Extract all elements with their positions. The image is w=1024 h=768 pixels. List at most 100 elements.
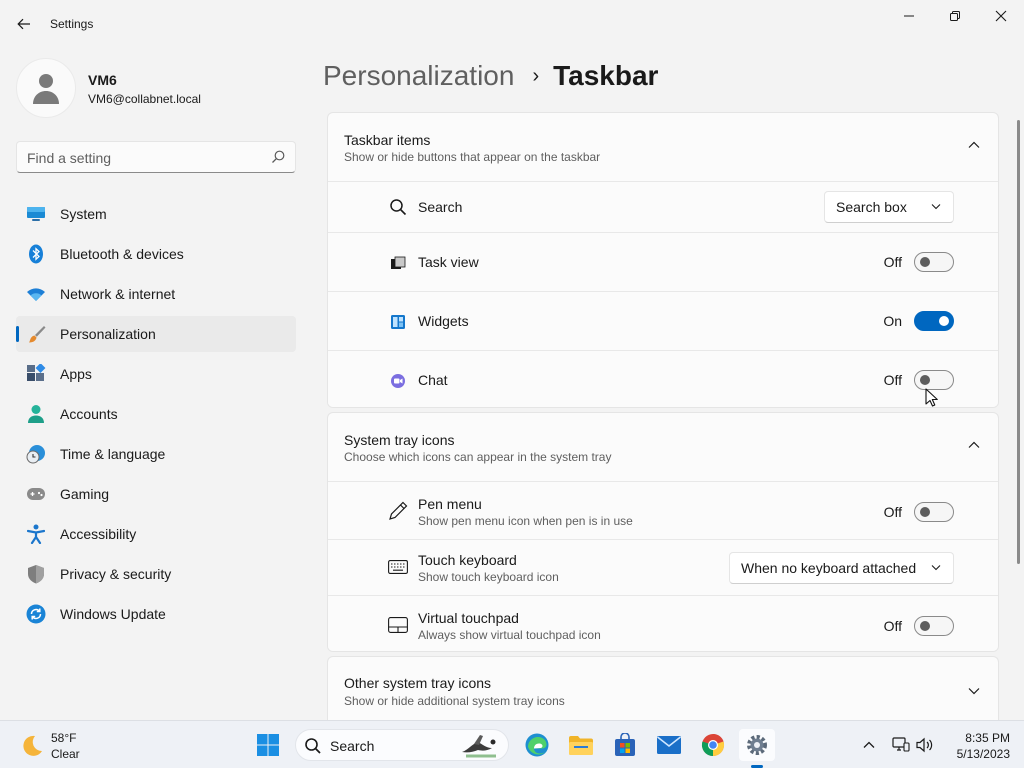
back-arrow-icon bbox=[17, 18, 30, 30]
apps-icon bbox=[26, 364, 46, 384]
chevron-down-icon[interactable] bbox=[968, 687, 980, 695]
network-tray-button[interactable] bbox=[889, 733, 913, 757]
toggle-knob bbox=[920, 507, 930, 517]
toggle-knob bbox=[920, 621, 930, 631]
breadcrumb-parent[interactable]: Personalization bbox=[323, 60, 514, 92]
chevron-up-icon[interactable] bbox=[968, 141, 980, 149]
keyboard-icon bbox=[388, 557, 408, 577]
microsoft-store-icon bbox=[615, 733, 635, 756]
file-explorer-taskbar-button[interactable] bbox=[563, 729, 599, 761]
chat-toggle[interactable] bbox=[914, 370, 954, 390]
chrome-taskbar-button[interactable] bbox=[695, 729, 731, 761]
sidebar-item-label: Gaming bbox=[60, 486, 110, 502]
task-view-row: Task view Off bbox=[328, 232, 998, 291]
wifi-icon bbox=[26, 284, 46, 304]
back-button[interactable] bbox=[12, 12, 36, 36]
mail-taskbar-button[interactable] bbox=[651, 729, 687, 761]
sidebar-item-gaming[interactable]: Gaming bbox=[16, 476, 296, 512]
task-view-label: Task view bbox=[418, 254, 479, 270]
touchpad-icon bbox=[388, 615, 408, 635]
minimize-icon bbox=[904, 15, 914, 17]
sidebar-item-bluetooth[interactable]: Bluetooth & devices bbox=[16, 236, 296, 272]
pen-menu-toggle[interactable] bbox=[914, 502, 954, 522]
windows-taskbar: 58°F Clear Search 8:35 PM 5/13/2023 bbox=[0, 720, 1024, 768]
sidebar-item-label: Bluetooth & devices bbox=[60, 246, 184, 262]
search-mode-dropdown[interactable]: Search box bbox=[824, 191, 954, 223]
settings-taskbar-button[interactable] bbox=[739, 729, 775, 761]
moon-icon bbox=[23, 735, 42, 756]
sidebar-item-network[interactable]: Network & internet bbox=[16, 276, 296, 312]
sidebar-item-personalization[interactable]: Personalization bbox=[16, 316, 296, 352]
breadcrumb: Personalization › Taskbar bbox=[323, 58, 658, 94]
toggle-knob bbox=[920, 375, 930, 385]
pen-menu-description: Show pen menu icon when pen is in use bbox=[418, 514, 633, 528]
sidebar-item-windows-update[interactable]: Windows Update bbox=[16, 596, 296, 632]
toggle-knob bbox=[920, 257, 930, 267]
sidebar-item-label: System bbox=[60, 206, 107, 222]
sidebar-item-label: Accessibility bbox=[60, 526, 137, 542]
dropdown-value: When no keyboard attached bbox=[741, 560, 917, 576]
section-title: Taskbar items bbox=[344, 132, 431, 148]
close-icon bbox=[995, 10, 1007, 22]
taskbar-search[interactable]: Search bbox=[295, 729, 509, 761]
search-input[interactable] bbox=[27, 148, 267, 168]
touch-keyboard-label: Touch keyboard bbox=[418, 552, 517, 568]
edge-taskbar-button[interactable] bbox=[519, 729, 555, 761]
widgets-toggle[interactable] bbox=[914, 311, 954, 331]
sidebar-item-apps[interactable]: Apps bbox=[16, 356, 296, 392]
accessibility-icon bbox=[26, 524, 46, 544]
dropdown-value: Search box bbox=[836, 199, 907, 215]
search-icon bbox=[388, 197, 408, 217]
show-hidden-icons-button[interactable] bbox=[857, 733, 881, 757]
section-title: Other system tray icons bbox=[344, 675, 492, 691]
bluetooth-icon bbox=[26, 244, 46, 264]
restore-icon bbox=[950, 11, 960, 21]
scrollbar[interactable] bbox=[1017, 120, 1020, 564]
system-tray-header[interactable]: System tray icons Choose which icons can… bbox=[328, 413, 998, 481]
touch-keyboard-dropdown[interactable]: When no keyboard attached bbox=[729, 552, 954, 584]
user-profile[interactable]: VM6 VM6@collabnet.local bbox=[16, 58, 296, 118]
system-tray-section: System tray icons Choose which icons can… bbox=[327, 412, 999, 652]
task-view-state: Off bbox=[883, 254, 902, 270]
volume-tray-button[interactable] bbox=[913, 733, 937, 757]
shield-icon bbox=[26, 564, 46, 584]
chevron-up-icon[interactable] bbox=[968, 441, 980, 449]
search-icon bbox=[305, 738, 321, 754]
sidebar-item-accessibility[interactable]: Accessibility bbox=[16, 516, 296, 552]
virtual-touchpad-description: Always show virtual touchpad icon bbox=[418, 628, 601, 642]
weather-widget[interactable]: 58°F Clear bbox=[18, 729, 108, 761]
other-tray-section[interactable]: Other system tray icons Show or hide add… bbox=[327, 656, 999, 720]
sidebar-item-label: Network & internet bbox=[60, 286, 176, 302]
sidebar-item-label: Privacy & security bbox=[60, 566, 172, 582]
sidebar-item-label: Time & language bbox=[60, 446, 166, 462]
task-view-toggle[interactable] bbox=[914, 252, 954, 272]
section-title: System tray icons bbox=[344, 432, 455, 448]
widgets-icon bbox=[388, 312, 408, 332]
chrome-icon bbox=[701, 733, 725, 757]
virtual-touchpad-row: Virtual touchpad Always show virtual tou… bbox=[328, 595, 998, 651]
maximize-button[interactable] bbox=[932, 4, 978, 28]
taskbar-items-header[interactable]: Taskbar items Show or hide buttons that … bbox=[328, 113, 998, 181]
minimize-button[interactable] bbox=[886, 4, 932, 28]
touch-keyboard-description: Show touch keyboard icon bbox=[418, 570, 559, 584]
taskbar-items-section: Taskbar items Show or hide buttons that … bbox=[327, 112, 999, 408]
pen-icon bbox=[388, 501, 408, 521]
start-button[interactable] bbox=[250, 729, 286, 761]
sidebar-item-time-language[interactable]: Time & language bbox=[16, 436, 296, 472]
update-icon bbox=[26, 604, 46, 624]
sidebar-item-accounts[interactable]: Accounts bbox=[16, 396, 296, 432]
system-icon bbox=[26, 204, 46, 224]
sidebar-item-privacy[interactable]: Privacy & security bbox=[16, 556, 296, 592]
mouse-cursor-icon bbox=[925, 388, 938, 407]
search-row: Search Search box bbox=[328, 181, 998, 232]
folder-icon bbox=[569, 736, 593, 755]
close-button[interactable] bbox=[978, 4, 1024, 28]
taskbar-clock[interactable]: 8:35 PM 5/13/2023 bbox=[946, 730, 1010, 762]
sidebar-item-system[interactable]: System bbox=[16, 196, 296, 232]
sidebar-item-label: Personalization bbox=[60, 326, 156, 342]
virtual-touchpad-toggle[interactable] bbox=[914, 616, 954, 636]
windows-logo-icon bbox=[257, 734, 279, 756]
settings-search[interactable] bbox=[16, 141, 296, 173]
store-taskbar-button[interactable] bbox=[607, 729, 643, 761]
pen-menu-label: Pen menu bbox=[418, 496, 482, 512]
